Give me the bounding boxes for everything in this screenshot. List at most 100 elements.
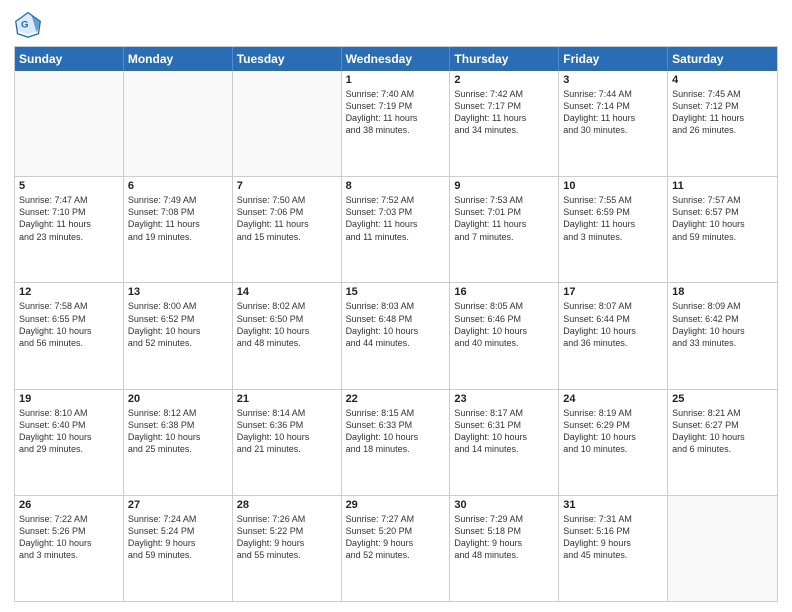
day-info: Sunrise: 8:00 AM Sunset: 6:52 PM Dayligh…: [128, 300, 228, 349]
day-cell-26: 26 Sunrise: 7:22 AM Sunset: 5:26 PM Dayli…: [15, 496, 124, 601]
day-info: Sunrise: 7:42 AM Sunset: 7:17 PM Dayligh…: [454, 88, 554, 137]
day-cell-4: 4 Sunrise: 7:45 AM Sunset: 7:12 PM Daylig…: [668, 71, 777, 176]
day-info: Sunrise: 7:53 AM Sunset: 7:01 PM Dayligh…: [454, 194, 554, 243]
day-info: Sunrise: 7:31 AM Sunset: 5:16 PM Dayligh…: [563, 513, 663, 562]
day-cell-11: 11Sunrise: 7:57 AM Sunset: 6:57 PM Dayli…: [668, 177, 777, 282]
day-cell-9: 9 Sunrise: 7:53 AM Sunset: 7:01 PM Daylig…: [450, 177, 559, 282]
header-day-tuesday: Tuesday: [233, 47, 342, 71]
day-number: 2: [454, 74, 554, 86]
day-info: Sunrise: 8:10 AM Sunset: 6:40 PM Dayligh…: [19, 407, 119, 456]
day-cell-12: 12 Sunrise: 7:58 AM Sunset: 6:55 PM Dayli…: [15, 283, 124, 388]
empty-cell: [233, 71, 342, 176]
day-number: 4: [672, 74, 773, 86]
calendar-week-4: 19 Sunrise: 8:10 AM Sunset: 6:40 PM Dayli…: [15, 389, 777, 495]
header-day-friday: Friday: [559, 47, 668, 71]
day-info: Sunrise: 7:52 AM Sunset: 7:03 PM Dayligh…: [346, 194, 446, 243]
day-info: Sunrise: 8:09 AM Sunset: 6:42 PM Dayligh…: [672, 300, 773, 349]
day-cell-16: 16 Sunrise: 8:05 AM Sunset: 6:46 PM Dayli…: [450, 283, 559, 388]
day-number: 26: [19, 499, 119, 511]
calendar: SundayMondayTuesdayWednesdayThursdayFrid…: [14, 46, 778, 602]
day-number: 3: [563, 74, 663, 86]
day-number: 21: [237, 393, 337, 405]
day-info: Sunrise: 8:03 AM Sunset: 6:48 PM Dayligh…: [346, 300, 446, 349]
day-cell-1: 1 Sunrise: 7:40 AM Sunset: 7:19 PM Daylig…: [342, 71, 451, 176]
day-number: 24: [563, 393, 663, 405]
day-cell-31: 31 Sunrise: 7:31 AM Sunset: 5:16 PM Dayli…: [559, 496, 668, 601]
day-info: Sunrise: 7:22 AM Sunset: 5:26 PM Dayligh…: [19, 513, 119, 562]
day-number: 25: [672, 393, 773, 405]
calendar-body: 1 Sunrise: 7:40 AM Sunset: 7:19 PM Daylig…: [15, 71, 777, 601]
logo: G: [14, 10, 46, 38]
calendar-header: SundayMondayTuesdayWednesdayThursdayFrid…: [15, 47, 777, 71]
day-number: 16: [454, 286, 554, 298]
day-info: Sunrise: 7:29 AM Sunset: 5:18 PM Dayligh…: [454, 513, 554, 562]
day-cell-24: 24Sunrise: 8:19 AM Sunset: 6:29 PM Dayli…: [559, 390, 668, 495]
day-number: 12: [19, 286, 119, 298]
day-info: Sunrise: 7:45 AM Sunset: 7:12 PM Dayligh…: [672, 88, 773, 137]
header-day-saturday: Saturday: [668, 47, 777, 71]
day-number: 15: [346, 286, 446, 298]
day-cell-20: 20 Sunrise: 8:12 AM Sunset: 6:38 PM Dayli…: [124, 390, 233, 495]
day-info: Sunrise: 8:15 AM Sunset: 6:33 PM Dayligh…: [346, 407, 446, 456]
day-info: Sunrise: 8:17 AM Sunset: 6:31 PM Dayligh…: [454, 407, 554, 456]
day-number: 13: [128, 286, 228, 298]
day-number: 19: [19, 393, 119, 405]
header-day-sunday: Sunday: [15, 47, 124, 71]
day-info: Sunrise: 7:40 AM Sunset: 7:19 PM Dayligh…: [346, 88, 446, 137]
day-number: 1: [346, 74, 446, 86]
day-number: 17: [563, 286, 663, 298]
day-number: 10: [563, 180, 663, 192]
day-cell-2: 2 Sunrise: 7:42 AM Sunset: 7:17 PM Daylig…: [450, 71, 559, 176]
day-info: Sunrise: 8:05 AM Sunset: 6:46 PM Dayligh…: [454, 300, 554, 349]
day-number: 30: [454, 499, 554, 511]
calendar-week-3: 12 Sunrise: 7:58 AM Sunset: 6:55 PM Dayli…: [15, 282, 777, 388]
day-cell-23: 23Sunrise: 8:17 AM Sunset: 6:31 PM Dayli…: [450, 390, 559, 495]
day-number: 18: [672, 286, 773, 298]
empty-cell: [15, 71, 124, 176]
day-number: 20: [128, 393, 228, 405]
day-info: Sunrise: 7:24 AM Sunset: 5:24 PM Dayligh…: [128, 513, 228, 562]
page: G SundayMondayTuesdayWednesdayThursdayFr…: [0, 0, 792, 612]
day-number: 31: [563, 499, 663, 511]
day-cell-17: 17 Sunrise: 8:07 AM Sunset: 6:44 PM Dayli…: [559, 283, 668, 388]
day-info: Sunrise: 8:02 AM Sunset: 6:50 PM Dayligh…: [237, 300, 337, 349]
header-day-wednesday: Wednesday: [342, 47, 451, 71]
day-number: 11: [672, 180, 773, 192]
empty-cell: [124, 71, 233, 176]
day-info: Sunrise: 7:50 AM Sunset: 7:06 PM Dayligh…: [237, 194, 337, 243]
calendar-week-2: 5 Sunrise: 7:47 AM Sunset: 7:10 PM Daylig…: [15, 176, 777, 282]
header: G: [14, 10, 778, 38]
calendar-week-5: 26 Sunrise: 7:22 AM Sunset: 5:26 PM Dayli…: [15, 495, 777, 601]
header-day-monday: Monday: [124, 47, 233, 71]
day-info: Sunrise: 7:47 AM Sunset: 7:10 PM Dayligh…: [19, 194, 119, 243]
header-day-thursday: Thursday: [450, 47, 559, 71]
day-cell-15: 15 Sunrise: 8:03 AM Sunset: 6:48 PM Dayli…: [342, 283, 451, 388]
day-number: 8: [346, 180, 446, 192]
day-info: Sunrise: 8:12 AM Sunset: 6:38 PM Dayligh…: [128, 407, 228, 456]
day-info: Sunrise: 8:14 AM Sunset: 6:36 PM Dayligh…: [237, 407, 337, 456]
day-cell-27: 27 Sunrise: 7:24 AM Sunset: 5:24 PM Dayli…: [124, 496, 233, 601]
day-cell-18: 18 Sunrise: 8:09 AM Sunset: 6:42 PM Dayli…: [668, 283, 777, 388]
day-cell-14: 14 Sunrise: 8:02 AM Sunset: 6:50 PM Dayli…: [233, 283, 342, 388]
day-cell-6: 6Sunrise: 7:49 AM Sunset: 7:08 PM Daylig…: [124, 177, 233, 282]
logo-icon: G: [14, 10, 42, 38]
day-info: Sunrise: 7:55 AM Sunset: 6:59 PM Dayligh…: [563, 194, 663, 243]
day-cell-5: 5 Sunrise: 7:47 AM Sunset: 7:10 PM Daylig…: [15, 177, 124, 282]
svg-text:G: G: [21, 20, 28, 31]
day-cell-25: 25Sunrise: 8:21 AM Sunset: 6:27 PM Dayli…: [668, 390, 777, 495]
day-number: 6: [128, 180, 228, 192]
day-cell-7: 7 Sunrise: 7:50 AM Sunset: 7:06 PM Daylig…: [233, 177, 342, 282]
day-number: 27: [128, 499, 228, 511]
day-info: Sunrise: 8:07 AM Sunset: 6:44 PM Dayligh…: [563, 300, 663, 349]
day-number: 9: [454, 180, 554, 192]
day-cell-28: 28 Sunrise: 7:26 AM Sunset: 5:22 PM Dayli…: [233, 496, 342, 601]
day-number: 29: [346, 499, 446, 511]
day-number: 5: [19, 180, 119, 192]
day-info: Sunrise: 7:58 AM Sunset: 6:55 PM Dayligh…: [19, 300, 119, 349]
day-info: Sunrise: 7:26 AM Sunset: 5:22 PM Dayligh…: [237, 513, 337, 562]
day-number: 28: [237, 499, 337, 511]
day-number: 7: [237, 180, 337, 192]
day-number: 14: [237, 286, 337, 298]
empty-cell: [668, 496, 777, 601]
day-info: Sunrise: 7:27 AM Sunset: 5:20 PM Dayligh…: [346, 513, 446, 562]
